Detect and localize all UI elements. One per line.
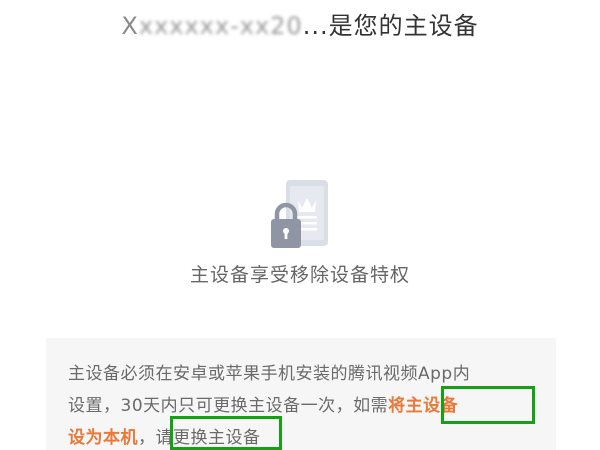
notice-line-2: 设置，30天内只可更换主设备一次，如需	[68, 396, 389, 416]
notice-line-1: 主设备必须在安卓或苹果手机安装的腾讯视频App内	[68, 364, 471, 384]
main-device-page: Xxxxxxx-xx20...是您的主设备 主设备享受移除设备特权 主设备必须在…	[0, 0, 600, 450]
device-name-prefix: X	[121, 12, 139, 40]
notice-highlight-part1: 将主设备	[388, 396, 459, 416]
feature-description: 主设备享受移除设备特权	[189, 264, 410, 286]
page-title: Xxxxxxx-xx20...是您的主设备	[0, 6, 600, 41]
title-suffix: ...是您的主设备	[302, 12, 479, 40]
screen-line-1	[297, 216, 317, 219]
main-device-lock-icon	[271, 180, 328, 248]
notice-highlight-part2: 设为本机	[68, 428, 138, 448]
notice-line-3: ，请更换主设备	[138, 428, 261, 448]
lock-keyhole-slot	[284, 231, 288, 239]
notice-panel: 主设备必须在安卓或苹果手机安装的腾讯视频App内 设置，30天内只可更换主设备一…	[46, 338, 556, 450]
device-name-blurred: xxxxxx-xx20	[138, 12, 303, 40]
notice-text: 主设备必须在安卓或苹果手机安装的腾讯视频App内 设置，30天内只可更换主设备一…	[68, 358, 538, 450]
